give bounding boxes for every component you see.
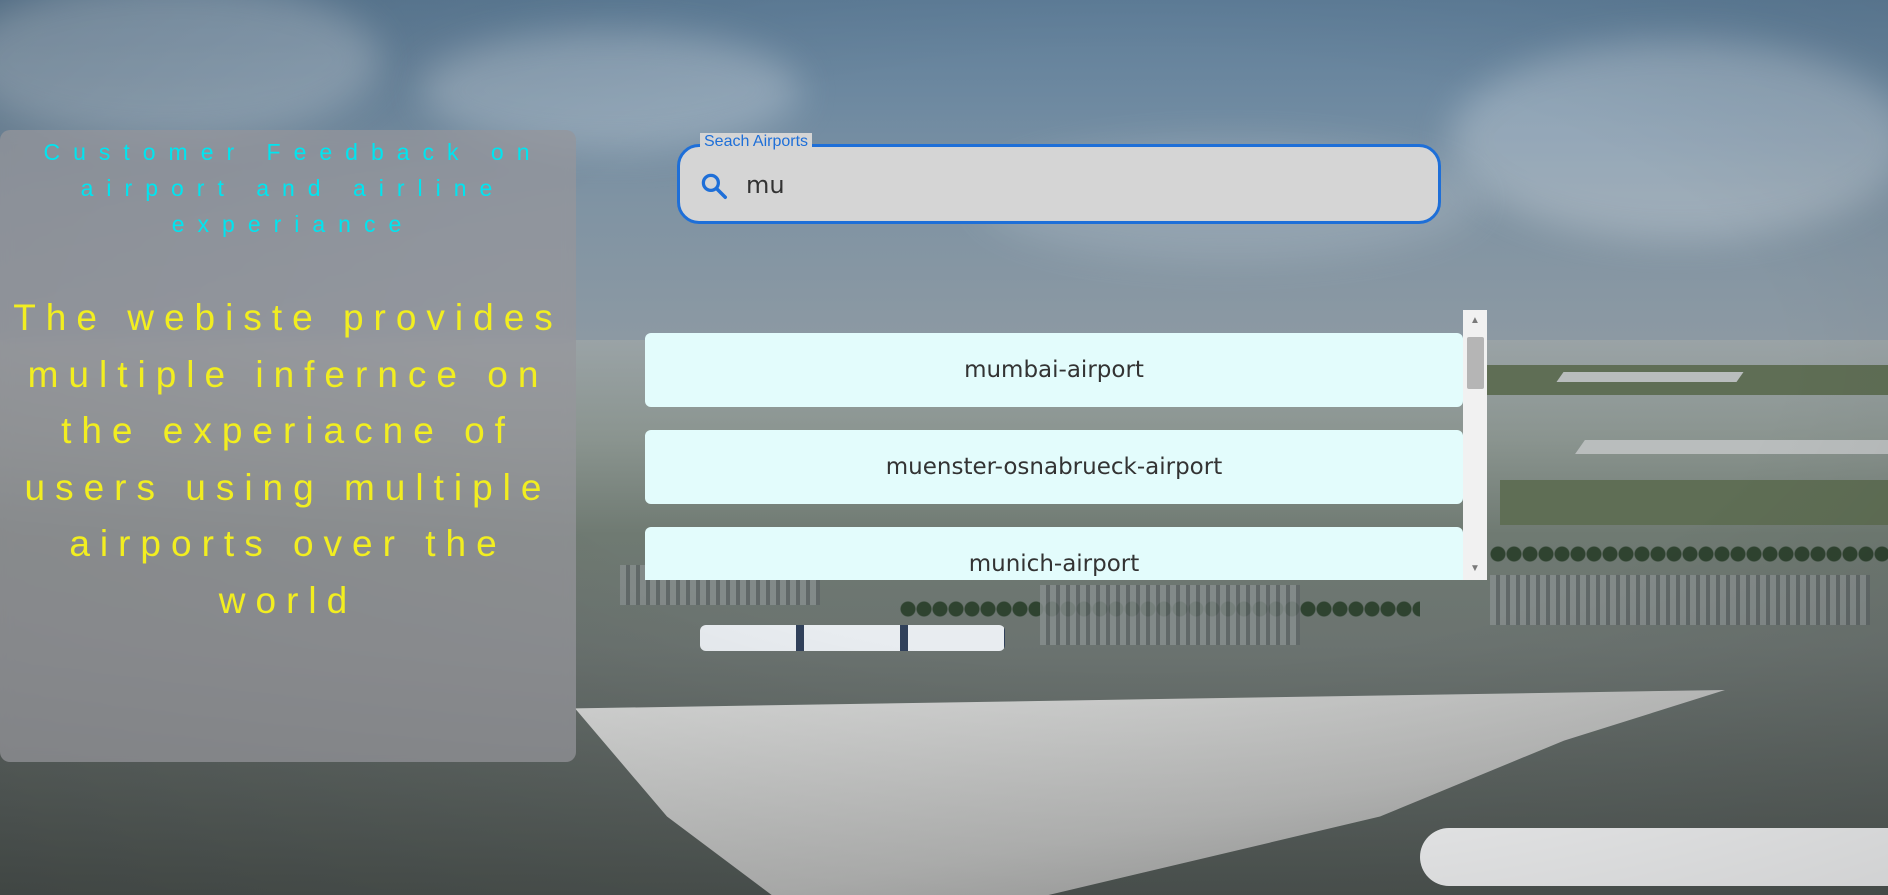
result-item-muenster-osnabrueck-airport[interactable]: muenster-osnabrueck-airport (645, 430, 1463, 504)
search-input[interactable] (744, 161, 1398, 209)
search-label: Seach Airports (700, 133, 813, 151)
search-icon (701, 173, 727, 199)
scroll-down-icon[interactable]: ▼ (1463, 560, 1487, 578)
search-results-list: mumbai-airport muenster-osnabrueck-airpo… (645, 310, 1488, 580)
scroll-thumb[interactable] (1467, 337, 1484, 389)
scroll-up-icon[interactable]: ▲ (1463, 312, 1487, 330)
info-description: The webiste provides multiple infernce o… (13, 297, 563, 621)
results-scrollbar[interactable]: ▲ ▼ (1463, 310, 1487, 580)
info-title: Customer Feedback on airport and airline… (43, 139, 543, 237)
search-field[interactable]: Seach Airports (677, 133, 1441, 224)
info-panel: Customer Feedback on airport and airline… (0, 130, 576, 762)
result-item-mumbai-airport[interactable]: mumbai-airport (645, 333, 1463, 407)
result-item-munich-airport[interactable]: munich-airport (645, 527, 1463, 580)
